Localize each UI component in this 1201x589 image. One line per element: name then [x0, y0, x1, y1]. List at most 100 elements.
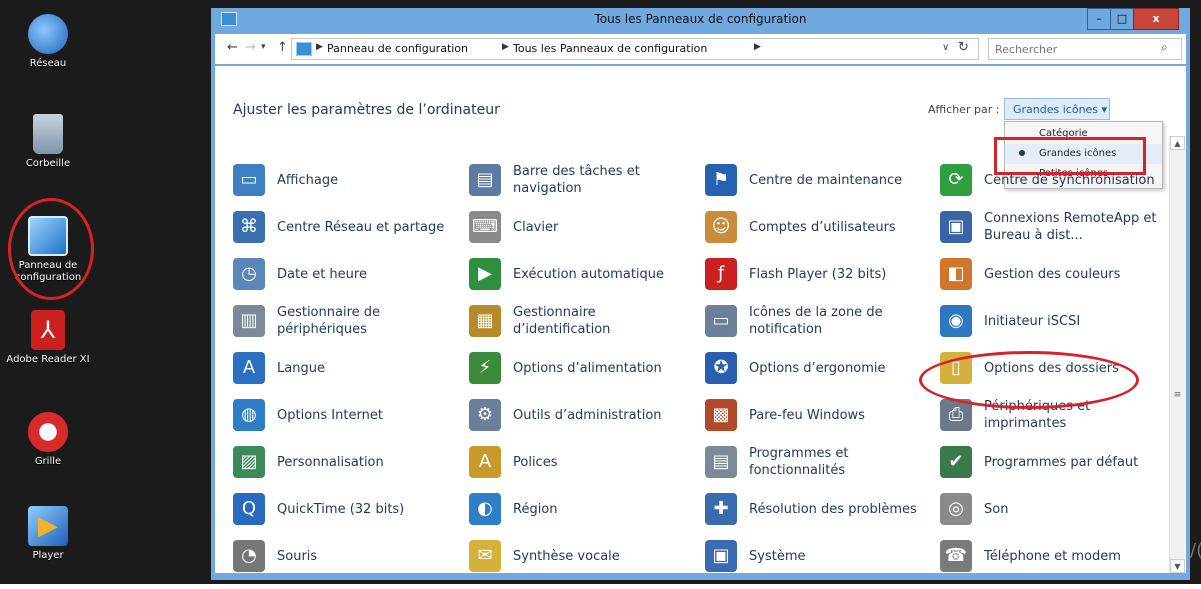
cp-item-folder-options[interactable]: ▯ Options des dossiers	[940, 348, 1140, 388]
cp-item-credential-manager[interactable]: ▦ Gestionnaire d’identification	[469, 301, 694, 341]
desktop-icon-recycle-bin[interactable]: Corbeille	[0, 114, 96, 170]
programs-features-icon: ▤	[705, 446, 737, 478]
desktop-icon-label: Réseau	[29, 58, 67, 69]
cp-item-region-globe[interactable]: ◐ Région	[469, 489, 694, 529]
cp-item-phone-modem[interactable]: ☎ Téléphone et modem	[940, 536, 1140, 576]
admin-tools-icon: ⚙	[469, 399, 501, 431]
cp-item-flash-player[interactable]: ƒ Flash Player (32 bits)	[705, 254, 930, 294]
cp-item-label: Programmes par défaut	[984, 454, 1139, 470]
display-icon: ▭	[233, 164, 265, 196]
menu-item-label: Grandes icônes	[1039, 148, 1117, 159]
cp-item-label: Icônes de la zone de notification	[749, 305, 883, 337]
cp-item-label: Langue	[277, 360, 325, 376]
cp-item-color-management[interactable]: ◧ Gestion des couleurs	[940, 254, 1140, 294]
cp-item-action-center-flag[interactable]: ⚑ Centre de maintenance	[705, 160, 930, 200]
navigation-bar: ← → ▾ ↑ ▶ Panneau de configuration ▶ Tou…	[215, 34, 1186, 64]
remoteapp-icon: ▣	[940, 211, 972, 243]
back-arrow-icon[interactable]: ←	[227, 40, 238, 55]
desktop-icon-adobe-reader[interactable]: ⅄ Adobe Reader XI	[0, 310, 96, 366]
close-button[interactable]: x	[1133, 8, 1179, 30]
cp-item-language[interactable]: A Langue	[233, 348, 458, 388]
cp-item-taskbar[interactable]: ▤ Barre des tâches et navigation	[469, 160, 694, 200]
cp-item-fonts[interactable]: A Polices	[469, 442, 694, 482]
language-icon: A	[233, 352, 265, 384]
refresh-icon[interactable]: ↻	[958, 40, 969, 55]
cp-item-iscsi-initiator[interactable]: ◉ Initiateur iSCSI	[940, 301, 1140, 341]
sync-center-icon: ⟳	[940, 164, 972, 196]
cp-item-mouse[interactable]: ◔ Souris	[233, 536, 458, 576]
search-box[interactable]: ⌕	[988, 38, 1182, 60]
cp-item-quicktime[interactable]: Q QuickTime (32 bits)	[233, 489, 458, 529]
cp-item-notification-area[interactable]: ▭ Icônes de la zone de notification	[705, 301, 930, 341]
cp-item-user-accounts[interactable]: ☺ Comptes d’utilisateurs	[705, 207, 930, 247]
cp-item-label: Exécution automatique	[513, 266, 665, 282]
up-arrow-icon[interactable]: ↑	[277, 40, 288, 55]
page-heading: Ajuster les paramètres de l’ordinateur	[233, 102, 500, 118]
side-glyph: /(	[1190, 540, 1201, 561]
desktop-icon-player[interactable]: ▶ Player	[0, 506, 96, 562]
cp-item-speech[interactable]: ✉ Synthèse vocale	[469, 536, 694, 576]
cp-item-troubleshooting[interactable]: ✚ Résolution des problèmes	[705, 489, 930, 529]
maximize-button[interactable]: □	[1110, 8, 1134, 30]
cp-item-label: Polices	[513, 454, 558, 470]
cp-item-sync-center[interactable]: ⟳ Centre de synchronisation	[940, 160, 1155, 200]
view-by-dropdown[interactable]: Grandes icônes ▾	[1004, 98, 1110, 120]
cp-item-label: Initiateur iSCSI	[984, 313, 1081, 329]
cp-item-system[interactable]: ▣ Système	[705, 536, 930, 576]
vertical-scrollbar[interactable]: ▲ ≡ ▼	[1169, 136, 1185, 573]
iscsi-initiator-icon: ◉	[940, 305, 972, 337]
cp-item-label: Date et heure	[277, 266, 367, 282]
menu-item-label: Catégorie	[1039, 128, 1088, 139]
cp-item-display[interactable]: ▭ Affichage	[233, 160, 458, 200]
breadcrumb-separator-icon: ▶	[502, 42, 509, 52]
title-bar[interactable]: Tous les Panneaux de configuration – □ x	[211, 8, 1190, 30]
cp-item-sound[interactable]: ◎ Son	[940, 489, 1140, 529]
cp-item-remoteapp[interactable]: ▣ Connexions RemoteApp et Bureau à dist..…	[940, 207, 1156, 247]
recycle-bin-icon	[33, 114, 63, 154]
cp-item-programs-features[interactable]: ▤ Programmes et fonctionnalités	[705, 442, 930, 482]
address-dropdown-icon[interactable]: ∨	[942, 42, 949, 53]
breadcrumb-all-items[interactable]: Tous les Panneaux de configuration	[513, 42, 707, 55]
menu-item-category[interactable]: Catégorie	[1005, 124, 1162, 144]
recent-locations-chevron-icon[interactable]: ▾	[261, 42, 266, 52]
view-by-label: Afficher par :	[928, 103, 1000, 116]
desktop-icon-label: Adobe Reader XI	[6, 354, 90, 365]
cp-item-firewall[interactable]: ▩ Pare-feu Windows	[705, 395, 930, 435]
cp-item-label: Programmes et fonctionnalités	[749, 446, 849, 478]
devices-printers-icon: ⎙	[940, 399, 972, 431]
autoplay-icon: ▶	[469, 258, 501, 290]
address-bar[interactable]: ▶ Panneau de configuration ▶ Tous les Pa…	[291, 38, 979, 60]
minimize-button[interactable]: –	[1087, 8, 1111, 30]
quicktime-icon: Q	[233, 493, 265, 525]
cp-item-personalization[interactable]: ▨ Personnalisation	[233, 442, 458, 482]
cp-item-internet-options[interactable]: ◍ Options Internet	[233, 395, 458, 435]
desktop-icon-network[interactable]: Réseau	[0, 14, 96, 70]
desktop-icon-control-panel[interactable]: Panneau de configuration	[0, 216, 96, 284]
breadcrumb-control-panel[interactable]: Panneau de configuration	[327, 42, 468, 55]
cp-item-keyboard[interactable]: ⌨ Clavier	[469, 207, 694, 247]
desktop-icon-label: Panneau de configuration	[14, 260, 82, 283]
scroll-up-icon[interactable]: ▲	[1170, 136, 1185, 150]
cp-item-admin-tools[interactable]: ⚙ Outils d’administration	[469, 395, 694, 435]
scroll-down-icon[interactable]: ▼	[1170, 559, 1185, 573]
action-center-flag-icon: ⚑	[705, 164, 737, 196]
cp-item-label: Souris	[277, 548, 318, 564]
window-title: Tous les Panneaux de configuration	[594, 12, 807, 26]
search-input[interactable]	[993, 41, 1157, 57]
personalization-icon: ▨	[233, 446, 265, 478]
desktop-icon-grille[interactable]: Grille	[0, 412, 96, 468]
scroll-grip-icon[interactable]: ≡	[1171, 390, 1184, 400]
cp-item-device-manager[interactable]: ▥ Gestionnaire de périphériques	[233, 301, 458, 341]
cp-item-autoplay[interactable]: ▶ Exécution automatique	[469, 254, 694, 294]
cp-item-label: QuickTime (32 bits)	[277, 501, 405, 517]
cp-item-ease-of-access[interactable]: ✪ Options d’ergonomie	[705, 348, 930, 388]
control-panel-icon	[28, 216, 68, 256]
forward-arrow-icon[interactable]: →	[245, 40, 256, 55]
cp-item-default-programs[interactable]: ✔ Programmes par défaut	[940, 442, 1140, 482]
cp-item-power-options[interactable]: ⚡ Options d’alimentation	[469, 348, 694, 388]
cp-item-date-time[interactable]: ◷ Date et heure	[233, 254, 458, 294]
cp-item-network-sharing[interactable]: ⌘ Centre Réseau et partage	[233, 207, 458, 247]
network-globe-icon	[28, 14, 68, 54]
search-icon[interactable]: ⌕	[1161, 40, 1168, 55]
cp-item-devices-printers[interactable]: ⎙ Périphériques et imprimantes	[940, 395, 1140, 435]
